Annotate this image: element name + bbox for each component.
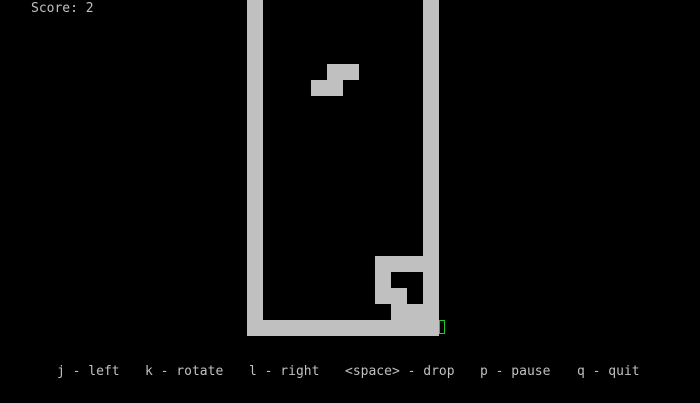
settled-block	[375, 256, 423, 272]
control-right: l - right	[249, 364, 320, 379]
settled-block	[375, 272, 391, 288]
playfield-floor	[247, 320, 439, 336]
falling-piece-cell	[311, 80, 327, 96]
settled-block	[391, 304, 423, 320]
settled-block	[375, 288, 407, 304]
control-pause: p - pause	[480, 364, 551, 379]
score-display: Score: 2	[31, 1, 94, 16]
control-drop: <space> - drop	[345, 364, 455, 379]
control-rotate: k - rotate	[145, 364, 224, 379]
playfield-right-wall	[423, 0, 439, 336]
control-quit: q - quit	[577, 364, 640, 379]
falling-piece-cell	[327, 80, 343, 96]
control-left: j - left	[57, 364, 120, 379]
falling-piece-cell	[343, 64, 359, 80]
terminal-cursor	[439, 320, 445, 334]
falling-piece-cell	[327, 64, 343, 80]
playfield-left-wall	[247, 0, 263, 336]
